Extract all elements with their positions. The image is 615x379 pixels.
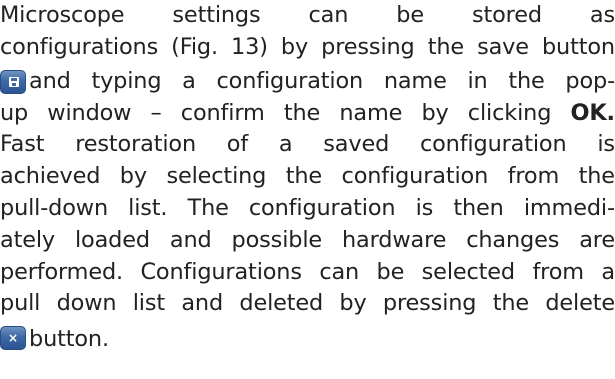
word: a <box>601 258 615 285</box>
word: then <box>453 194 504 221</box>
word: – <box>150 99 162 126</box>
word: saved <box>323 131 390 158</box>
word: selecting <box>166 163 267 190</box>
paragraph-line-10: pull down list and deleted by pressing t… <box>0 288 615 320</box>
word: restoration <box>75 131 196 158</box>
paragraph-line-9: performed. Configurations can be selecte… <box>0 257 615 289</box>
word: is <box>597 131 615 158</box>
word: name <box>339 99 403 126</box>
paragraph-line-8: ately loaded and possible hardware chang… <box>0 225 615 257</box>
word: and <box>29 67 71 94</box>
paragraph-line-3: and typing a configuration name in the p… <box>0 64 615 98</box>
word: pressing <box>382 290 477 317</box>
word: Configurations <box>140 258 302 285</box>
word: pull-down <box>0 194 108 221</box>
paragraph-line-1: Microscope settings can be stored as <box>0 0 615 32</box>
word: immedi- <box>523 194 615 221</box>
paragraph-line-2: configurations (Fig. 13) by pressing the… <box>0 32 615 64</box>
word: changes <box>466 226 560 253</box>
paragraph-line-5: Fast restoration of a saved configuratio… <box>0 129 615 161</box>
floppy-disk-icon <box>9 76 19 87</box>
word: down <box>56 290 117 317</box>
paragraph-line-6: achieved by selecting the configuration … <box>0 161 615 193</box>
word: configurations <box>0 33 159 60</box>
word: in <box>467 67 488 94</box>
word: configuration <box>341 163 489 190</box>
word: the <box>578 163 615 190</box>
word: is <box>415 194 434 221</box>
word: button <box>541 33 615 60</box>
word: pop- <box>565 67 615 94</box>
word: list <box>132 290 166 317</box>
word: the <box>283 99 321 126</box>
word: typing <box>91 67 162 94</box>
word: achieved <box>0 163 101 190</box>
word: by <box>119 163 147 190</box>
word: as <box>589 2 615 28</box>
word: be <box>396 2 424 28</box>
word: pressing <box>321 33 415 60</box>
word: The <box>187 194 229 221</box>
word: window <box>47 99 132 126</box>
word: a <box>182 67 196 94</box>
word: can <box>308 2 349 28</box>
word: delete <box>545 290 615 317</box>
word: from <box>532 258 584 285</box>
word: from <box>507 163 560 190</box>
word: the <box>508 67 545 94</box>
word: pull <box>0 290 41 317</box>
word: ately <box>0 226 55 253</box>
word: button. <box>29 326 109 353</box>
word: up <box>0 99 29 126</box>
paragraph-line-4: up window – confirm the name by clicking… <box>0 98 615 130</box>
close-icon: × <box>8 331 18 346</box>
word: be <box>376 258 405 285</box>
word: of <box>226 131 249 158</box>
paragraph-line-11: × button. <box>0 320 615 356</box>
word: by <box>421 99 449 126</box>
ok-label: OK. <box>570 99 615 126</box>
word: configuration <box>216 67 364 94</box>
word: and <box>169 226 212 253</box>
word: confirm <box>180 99 265 126</box>
word: (Fig. <box>171 33 218 60</box>
word: name <box>383 67 447 94</box>
word: configuration <box>419 131 567 158</box>
word: list. <box>128 194 168 221</box>
word: the <box>427 33 464 60</box>
word: save <box>477 33 529 60</box>
word: possible <box>231 226 323 253</box>
line-3-text: and typing a configuration name in the p… <box>29 66 615 98</box>
word: 13) <box>231 33 268 60</box>
word: a <box>278 131 293 158</box>
word: and <box>181 290 224 317</box>
paragraph-line-7: pull-down list. The configuration is the… <box>0 193 615 225</box>
word: hardware <box>342 226 447 253</box>
word: are <box>579 226 615 253</box>
word: the <box>285 163 323 190</box>
word: stored <box>471 2 542 28</box>
delete-icon: × <box>0 326 26 351</box>
word: configuration <box>248 194 396 221</box>
word: clicking <box>467 99 552 126</box>
word: Microscope <box>0 2 125 28</box>
word: by <box>280 33 309 60</box>
word: selected <box>421 258 515 285</box>
word: can <box>319 258 360 285</box>
word: Fast <box>0 131 45 158</box>
word: deleted <box>239 290 324 317</box>
document-paragraph: Microscope settings can be stored as con… <box>0 0 615 356</box>
word: the <box>492 290 529 317</box>
word: settings <box>172 2 261 28</box>
word: by <box>339 290 367 317</box>
word: performed. <box>0 258 124 285</box>
save-icon <box>0 69 26 94</box>
word: loaded <box>74 226 150 253</box>
